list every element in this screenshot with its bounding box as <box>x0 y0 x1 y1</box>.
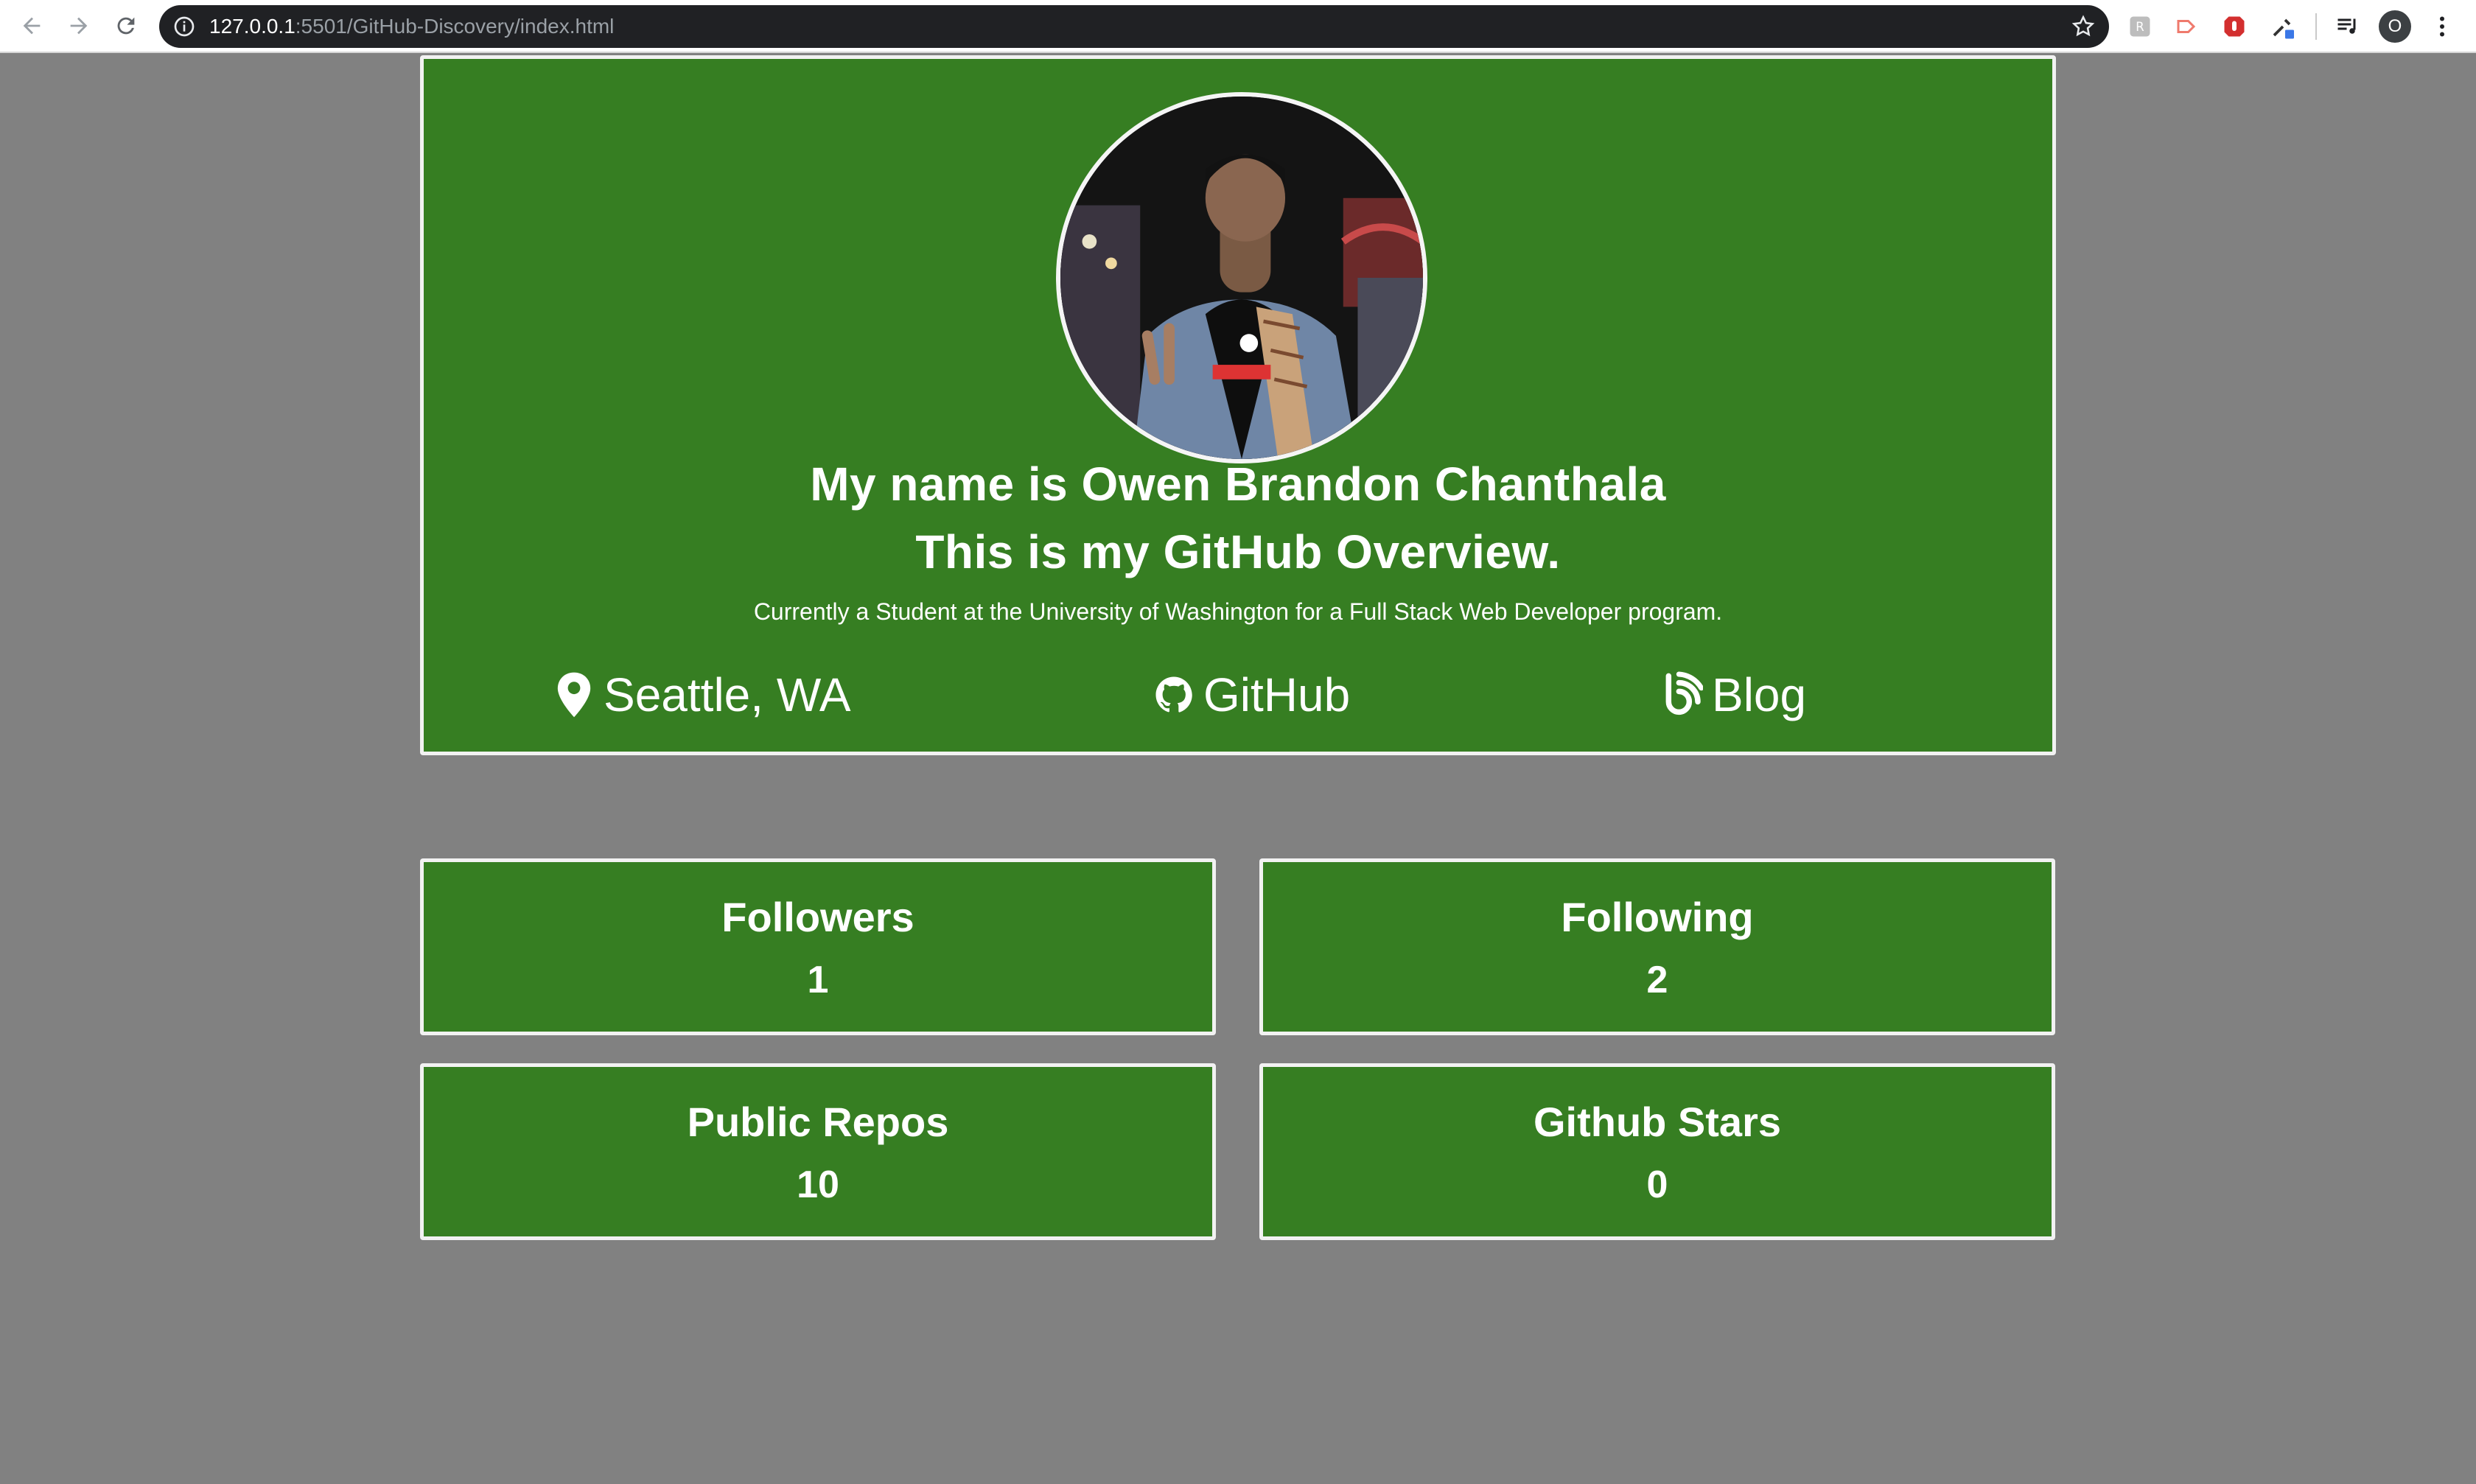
extension-reader-button[interactable]: R <box>2125 12 2155 41</box>
stat-label: Following <box>1561 894 1754 940</box>
stat-card-followers: Followers 1 <box>420 858 1216 1035</box>
stat-value: 10 <box>797 1163 839 1206</box>
stat-value: 0 <box>1646 1163 1668 1206</box>
svg-text:R: R <box>2136 20 2144 34</box>
address-bar[interactable]: 127.0.0.1:5501/GitHub-Discovery/index.ht… <box>159 5 2109 48</box>
reload-button[interactable] <box>109 9 143 43</box>
github-icon <box>1155 676 1192 713</box>
stat-card-public-repos: Public Repos 10 <box>420 1063 1216 1240</box>
bookmark-star-icon[interactable] <box>2071 14 2096 39</box>
map-marker-icon <box>557 672 591 718</box>
stat-value: 1 <box>807 959 829 1001</box>
profile-photo-image <box>1060 97 1423 459</box>
info-icon[interactable] <box>172 15 196 38</box>
screencast-extension-icon <box>2177 20 2196 33</box>
stat-value: 2 <box>1646 959 1668 1001</box>
location-text: Seattle, WA <box>604 668 851 721</box>
playlist-icon <box>2337 18 2356 34</box>
location-link: Seattle, WA <box>553 662 851 728</box>
arrow-left-icon <box>23 17 41 35</box>
browser-toolbar: 127.0.0.1:5501/GitHub-Discovery/index.ht… <box>0 0 2476 53</box>
profile-heading-name: My name is Owen Brandon Chanthala <box>810 458 1666 511</box>
url-text[interactable]: 127.0.0.1:5501/GitHub-Discovery/index.ht… <box>209 5 614 48</box>
arrow-right-icon <box>70 17 88 35</box>
profile-bio: Currently a Student at the University of… <box>753 598 1723 625</box>
reader-extension-icon: R <box>2130 16 2150 37</box>
stat-label: Public Repos <box>687 1099 949 1145</box>
eyedropper-icon <box>2273 18 2294 39</box>
profile-card: My name is Owen Brandon Chanthala This i… <box>420 55 2056 755</box>
url-host: 127.0.0.1 <box>209 15 295 38</box>
extension-colorpicker-button[interactable] <box>2268 12 2298 41</box>
stat-label: Github Stars <box>1533 1099 1782 1145</box>
profile-photo <box>1056 92 1427 463</box>
stat-label: Followers <box>721 894 914 940</box>
github-link-text: GitHub <box>1203 668 1351 721</box>
media-control-button[interactable] <box>2333 12 2363 41</box>
stat-card-github-stars: Github Stars 0 <box>1259 1063 2055 1240</box>
profile-heading-overview: This is my GitHub Overview. <box>915 525 1561 578</box>
stat-card-following: Following 2 <box>1259 858 2055 1035</box>
url-path: :5501/GitHub-Discovery/index.html <box>295 15 615 38</box>
kebab-menu-icon <box>2440 16 2444 37</box>
extension-adblock-button[interactable] <box>2220 12 2249 41</box>
github-link[interactable]: GitHub <box>1153 662 1350 728</box>
adblock-hand-icon <box>2224 16 2245 37</box>
blog-link[interactable]: Blog <box>1662 662 1806 728</box>
blogger-icon <box>1665 671 1703 715</box>
browser-menu-button[interactable] <box>2427 12 2457 41</box>
profile-avatar-button[interactable]: O <box>2379 10 2411 43</box>
forward-button[interactable] <box>62 9 96 43</box>
blog-link-text: Blog <box>1712 668 1807 721</box>
back-button[interactable] <box>15 9 49 43</box>
toolbar-separator <box>2315 13 2317 40</box>
reload-icon <box>117 17 135 35</box>
extension-screencast-button[interactable] <box>2172 12 2202 41</box>
